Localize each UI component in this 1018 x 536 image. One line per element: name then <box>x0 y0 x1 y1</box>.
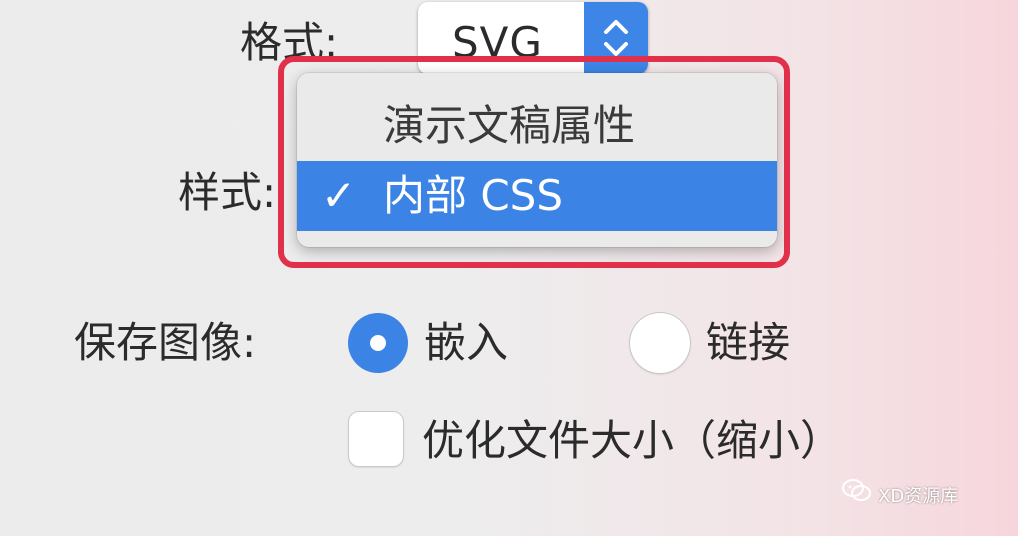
radio-link-label[interactable]: 链接 <box>706 322 790 364</box>
highlight-annotation-box <box>278 56 790 268</box>
optimize-checkbox[interactable] <box>349 412 403 466</box>
optimize-label[interactable]: 优化文件大小（缩小） <box>422 420 842 462</box>
watermark-text: XD资源库 <box>878 486 959 507</box>
save-images-label: 保存图像: <box>74 318 257 367</box>
radio-embed[interactable] <box>348 313 408 373</box>
wechat-icon <box>842 479 871 501</box>
radio-link[interactable] <box>630 313 690 373</box>
radio-embed-label[interactable]: 嵌入 <box>424 322 508 364</box>
style-label: 样式: <box>178 168 277 217</box>
